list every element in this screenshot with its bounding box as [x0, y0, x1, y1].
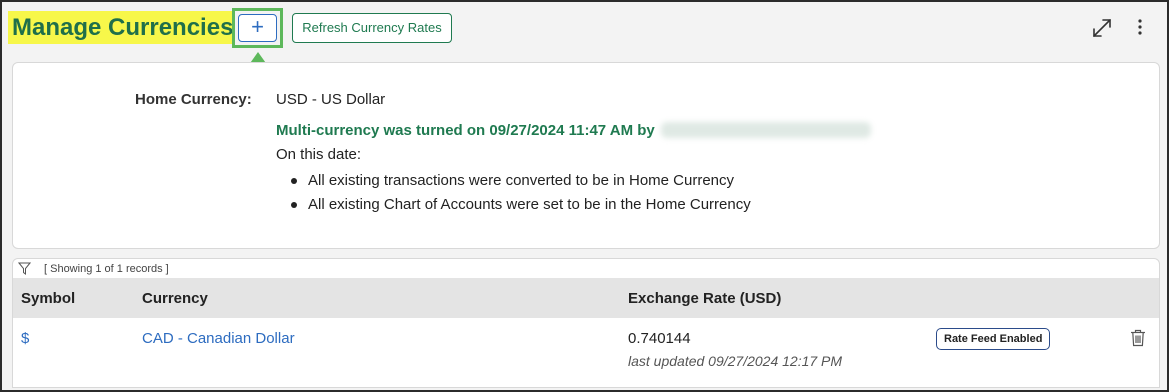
records-count: [ Showing 1 of 1 records ]	[44, 263, 169, 275]
table-row: $ CAD - Canadian Dollar 0.740144 last up…	[13, 318, 1159, 388]
kebab-menu-icon[interactable]	[1133, 16, 1147, 38]
add-currency-button[interactable]: +	[238, 14, 277, 42]
multicurrency-notice: Multi-currency was turned on 09/27/2024 …	[276, 122, 871, 139]
column-header-currency[interactable]: Currency	[142, 290, 208, 307]
redacted-user-name	[660, 122, 871, 138]
multicurrency-text: Multi-currency was turned on 09/27/2024 …	[276, 122, 655, 139]
home-currency-label: Home Currency:	[135, 91, 252, 108]
home-currency-info-card: Home Currency: USD - US Dollar Multi-cur…	[12, 62, 1160, 249]
table-header: Symbol Currency Exchange Rate (USD)	[13, 278, 1159, 318]
currencies-table: [ Showing 1 of 1 records ] Symbol Curren…	[12, 258, 1160, 388]
rate-feed-badge: Rate Feed Enabled	[936, 328, 1051, 350]
exchange-rate-value: 0.740144	[628, 330, 691, 347]
manage-currencies-panel: Manage Currencies + Refresh Currency Rat…	[0, 0, 1169, 392]
last-updated-text: last updated 09/27/2024 12:17 PM	[628, 353, 843, 369]
page-title: Manage Currencies	[8, 11, 238, 44]
on-date-label: On this date:	[276, 146, 362, 163]
currency-symbol-link[interactable]: $	[21, 330, 29, 347]
add-button-highlight: +	[232, 8, 283, 48]
expand-icon[interactable]	[1091, 17, 1113, 39]
list-item: All existing Chart of Accounts were set …	[291, 193, 751, 217]
column-header-symbol[interactable]: Symbol	[21, 290, 75, 307]
currency-name-link[interactable]: CAD - Canadian Dollar	[142, 330, 295, 347]
column-header-exchange-rate[interactable]: Exchange Rate (USD)	[628, 290, 781, 307]
home-currency-value: USD - US Dollar	[276, 91, 386, 108]
list-item: All existing transactions were converted…	[291, 169, 751, 193]
filter-icon[interactable]	[18, 262, 31, 275]
trash-icon[interactable]	[1130, 329, 1146, 347]
refresh-currency-rates-button[interactable]: Refresh Currency Rates	[292, 13, 452, 43]
conversion-notes-list: All existing transactions were converted…	[291, 169, 751, 217]
